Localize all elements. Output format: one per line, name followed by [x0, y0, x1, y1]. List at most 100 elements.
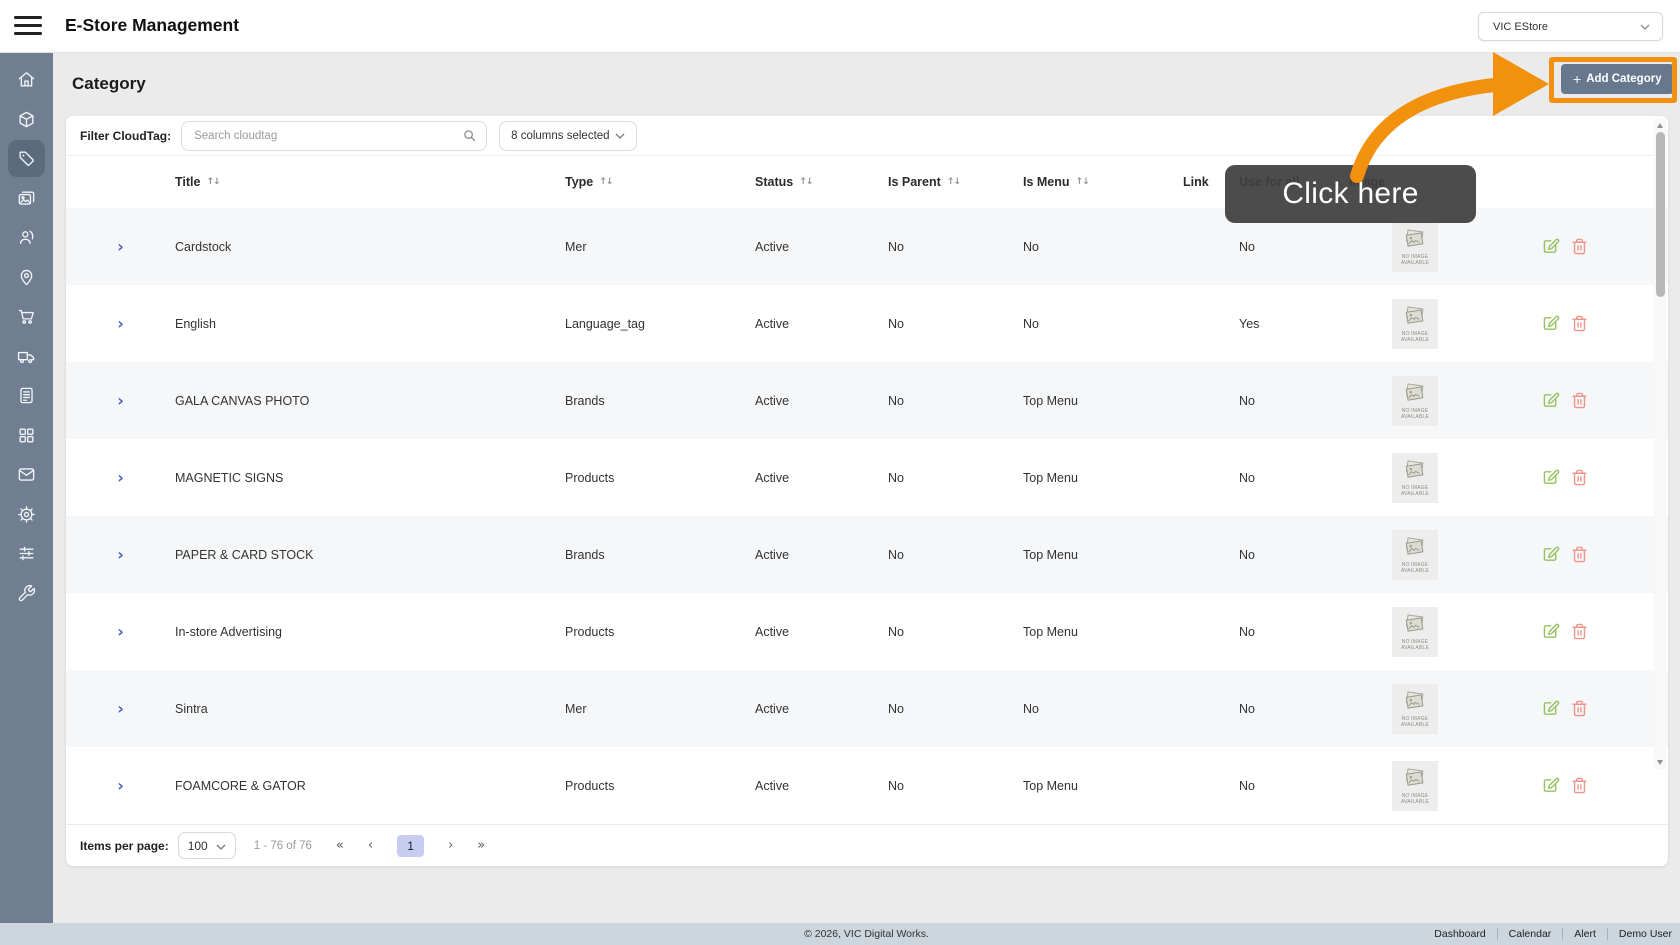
sort-icon[interactable]: ↑↓ [206, 177, 220, 187]
edit-button[interactable] [1543, 777, 1560, 794]
sidebar-item-tag[interactable] [8, 140, 45, 177]
page-size-select[interactable]: 100 [177, 832, 236, 859]
row-expand-chevron[interactable]: › [117, 315, 124, 332]
cell-status: Active [755, 239, 790, 254]
no-image-placeholder: NO IMAGE AVAILABLE [1392, 375, 1438, 426]
cell-is-menu: Top Menu [1023, 624, 1078, 639]
pagination-prev-button[interactable]: ‹ [368, 838, 373, 853]
cell-expander: › [66, 700, 175, 717]
pagination-next-button[interactable]: › [448, 838, 453, 853]
hamburger-icon [14, 16, 42, 19]
sidebar-item-sliders[interactable] [8, 535, 45, 572]
cell-actions [1481, 469, 1655, 486]
delete-button[interactable] [1571, 315, 1588, 332]
delete-button[interactable] [1571, 469, 1588, 486]
scrollbar-up-arrow[interactable] [1656, 123, 1663, 128]
column-header-title[interactable]: Title ↑↓ [175, 175, 565, 189]
store-selector[interactable]: VIC EStore [1478, 12, 1663, 41]
hamburger-menu-button[interactable] [14, 16, 42, 37]
no-image-placeholder: NO IMAGE AVAILABLE [1392, 760, 1438, 811]
delete-button[interactable] [1571, 392, 1588, 409]
delete-button[interactable] [1571, 777, 1588, 794]
sidebar-item-invoice[interactable] [8, 377, 45, 414]
column-header-is-menu[interactable]: Is Menu ↑↓ [1023, 175, 1183, 189]
column-header-is-parent[interactable]: Is Parent ↑↓ [888, 175, 1023, 189]
cell-title: Cardstock [175, 239, 232, 254]
search-input[interactable] [181, 120, 488, 151]
vertical-scrollbar[interactable] [1654, 119, 1666, 769]
footer-link-demo-user[interactable]: Demo User [1619, 928, 1672, 940]
row-expand-chevron[interactable]: › [117, 623, 124, 640]
sidebar-item-mail[interactable] [8, 456, 45, 493]
sidebar-item-apps[interactable] [8, 417, 45, 454]
scrollbar-thumb[interactable] [1655, 132, 1665, 297]
trash-icon [1571, 238, 1588, 258]
cell-is-menu: Top Menu [1023, 470, 1078, 485]
cell-title: GALA CANVAS PHOTO [175, 393, 310, 408]
pagination-bar: Items per page: 100 1 - 76 of 76 « ‹ 1 ›… [66, 824, 1668, 866]
sidebar-item-location[interactable] [8, 259, 45, 296]
add-category-button[interactable]: + Add Category [1561, 64, 1674, 94]
sort-icon[interactable]: ↑↓ [599, 177, 613, 187]
column-header-type[interactable]: Type ↑↓ [565, 175, 755, 189]
edit-button[interactable] [1543, 315, 1560, 332]
scrollbar-down-arrow[interactable] [1656, 760, 1663, 765]
footer-link-divider [1562, 928, 1564, 940]
category-table-card: Filter CloudTag: 8 columns selected Titl… [66, 116, 1668, 866]
row-expand-chevron[interactable]: › [117, 777, 124, 794]
row-expand-chevron[interactable]: › [117, 546, 124, 563]
table-row: › FOAMCORE & GATOR Products Active No Top Men… [66, 747, 1668, 824]
cell-is-menu: Top Menu [1023, 778, 1078, 793]
pagination-first-button[interactable]: « [336, 838, 344, 853]
edit-icon [1543, 238, 1560, 258]
cell-type: Brands [565, 393, 605, 408]
sidebar-item-package[interactable] [8, 101, 45, 138]
row-expand-chevron[interactable]: › [117, 238, 124, 255]
cell-actions [1481, 623, 1655, 640]
cell-use-for: No [1239, 547, 1255, 562]
sidebar-item-gallery[interactable] [8, 180, 45, 217]
delete-button[interactable] [1571, 700, 1588, 717]
row-expand-chevron[interactable]: › [117, 469, 124, 486]
sidebar-item-truck[interactable] [8, 338, 45, 375]
edit-button[interactable] [1543, 623, 1560, 640]
cell-is-menu: No [1023, 239, 1039, 254]
invoice-icon [17, 386, 36, 405]
edit-button[interactable] [1543, 546, 1560, 563]
column-header-label: Link [1183, 175, 1209, 189]
sidebar-item-cart[interactable] [8, 298, 45, 335]
pagination-current-page[interactable]: 1 [397, 834, 425, 857]
no-image-placeholder: NO IMAGE AVAILABLE [1392, 606, 1438, 657]
column-header-label: Is Parent [888, 175, 941, 189]
edit-button[interactable] [1543, 700, 1560, 717]
edit-button[interactable] [1543, 469, 1560, 486]
sort-icon[interactable]: ↑↓ [799, 177, 813, 187]
footer-link-calendar[interactable]: Calendar [1509, 928, 1552, 940]
cell-status: Active [755, 393, 790, 408]
columns-select-dropdown[interactable]: 8 columns selected [499, 120, 638, 151]
cell-is-parent: No [888, 470, 904, 485]
row-expand-chevron[interactable]: › [117, 392, 124, 409]
delete-button[interactable] [1571, 238, 1588, 255]
sidebar-item-settings[interactable] [8, 496, 45, 533]
cell-image: NO IMAGE AVAILABLE [1349, 529, 1481, 580]
row-expand-chevron[interactable]: › [117, 700, 124, 717]
edit-button[interactable] [1543, 238, 1560, 255]
no-image-placeholder: NO IMAGE AVAILABLE [1392, 221, 1438, 272]
sidebar-item-home[interactable] [8, 61, 45, 98]
delete-button[interactable] [1571, 623, 1588, 640]
cell-status: Active [755, 624, 790, 639]
pagination-last-button[interactable]: » [477, 838, 485, 853]
edit-button[interactable] [1543, 392, 1560, 409]
cell-is-parent: No [888, 624, 904, 639]
footer-link-alert[interactable]: Alert [1574, 928, 1596, 940]
footer-link-dashboard[interactable]: Dashboard [1434, 928, 1485, 940]
sidebar-item-users[interactable] [8, 219, 45, 256]
delete-button[interactable] [1571, 546, 1588, 563]
sort-icon[interactable]: ↑↓ [1076, 177, 1090, 187]
edit-icon [1543, 623, 1560, 643]
column-header-status[interactable]: Status ↑↓ [755, 175, 888, 189]
sidebar-item-wrench[interactable] [8, 575, 45, 612]
cell-image: NO IMAGE AVAILABLE [1349, 221, 1481, 272]
sort-icon[interactable]: ↑↓ [947, 177, 961, 187]
